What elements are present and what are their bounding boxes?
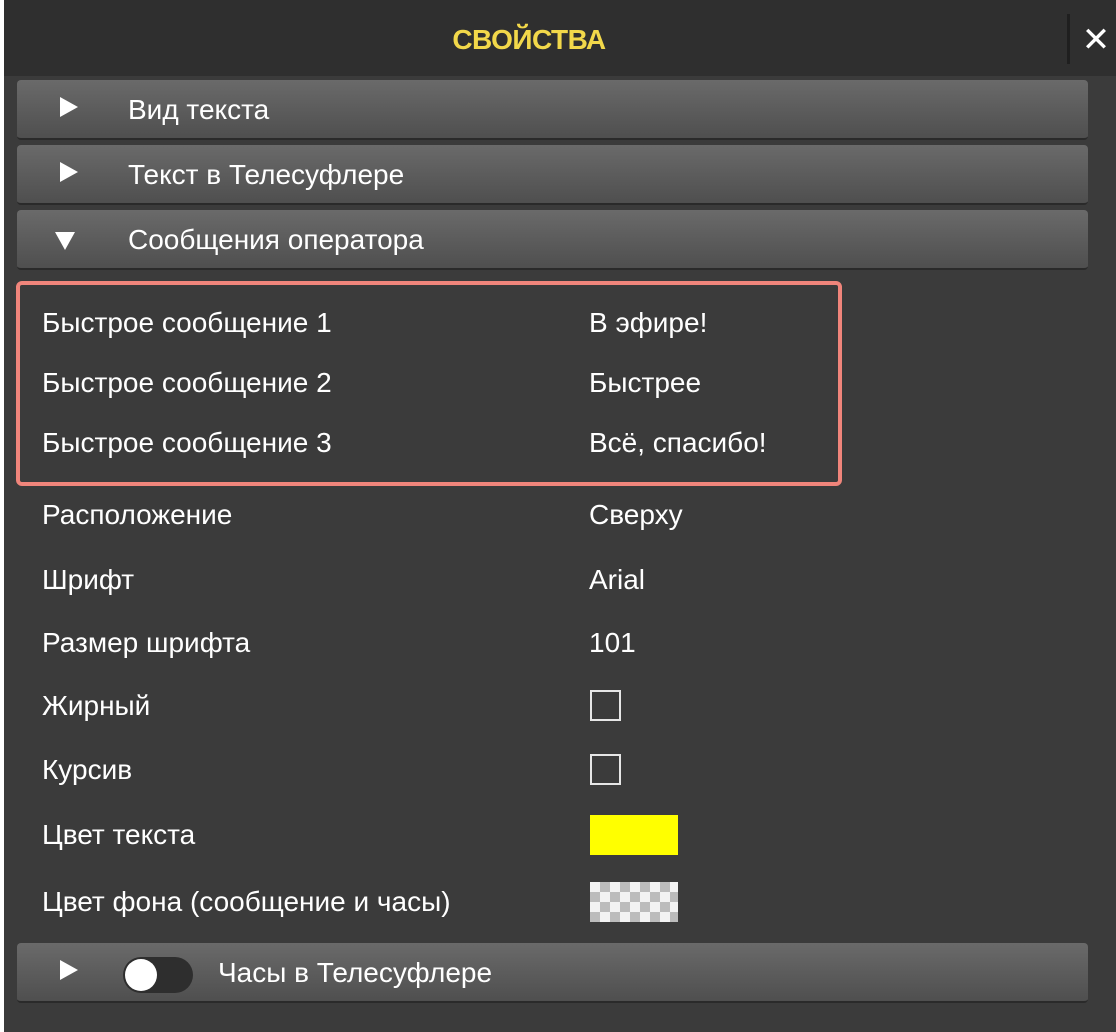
property-row-font-size[interactable]: Размер шрифта 101 — [42, 618, 1042, 668]
section-label: Сообщения оператора — [128, 224, 424, 255]
section-label: Часы в Телесуфлере — [218, 957, 493, 988]
property-name: Быстрое сообщение 2 — [42, 367, 332, 398]
property-name: Жирный — [42, 690, 151, 721]
section-text-view[interactable]: Вид текста — [17, 80, 1088, 140]
section-prompter-clock[interactable]: Часы в Телесуфлере — [17, 943, 1088, 1003]
clock-toggle-switch[interactable] — [123, 957, 193, 993]
property-row-quick-message-1[interactable]: Быстрое сообщение 1 В эфире! — [42, 298, 1042, 348]
property-name: Быстрое сообщение 1 — [42, 307, 332, 338]
property-row-font[interactable]: Шрифт Arial — [42, 555, 1042, 605]
property-name: Шрифт — [42, 564, 135, 595]
property-name: Быстрое сообщение 3 — [42, 427, 332, 458]
italic-checkbox[interactable] — [590, 754, 621, 785]
text-color-swatch[interactable] — [590, 815, 678, 855]
collapse-arrow-icon — [55, 232, 75, 250]
property-name: Расположение — [42, 499, 233, 530]
property-name: Цвет фона (сообщение и часы) — [42, 886, 451, 917]
toggle-knob — [125, 959, 157, 991]
property-value[interactable]: 101 — [589, 618, 636, 668]
property-value[interactable]: В эфире! — [589, 298, 707, 348]
property-name: Курсив — [42, 754, 133, 785]
property-value[interactable]: Arial — [589, 555, 645, 605]
title-divider — [1067, 14, 1070, 64]
property-row-bold: Жирный — [42, 681, 1042, 731]
property-row-text-color: Цвет текста — [42, 810, 1042, 860]
property-row-quick-message-3[interactable]: Быстрое сообщение 3 Всё, спасибо! — [42, 418, 1042, 468]
close-icon[interactable]: ✕ — [1076, 18, 1116, 62]
expand-arrow-icon — [60, 162, 78, 182]
section-operator-messages[interactable]: Сообщения оператора — [17, 210, 1088, 270]
panel-title: СВОЙСТВА — [452, 24, 606, 55]
property-row-quick-message-2[interactable]: Быстрое сообщение 2 Быстрее — [42, 358, 1042, 408]
bold-checkbox[interactable] — [590, 690, 621, 721]
expand-arrow-icon — [60, 97, 78, 117]
expand-arrow-icon — [60, 960, 78, 980]
background-color-swatch[interactable] — [590, 882, 678, 922]
property-row-position[interactable]: Расположение Сверху — [42, 490, 1042, 540]
properties-panel: СВОЙСТВА ✕ Вид текста Текст в Телесуфлер… — [4, 0, 1116, 1032]
section-label: Вид текста — [128, 94, 270, 125]
section-label: Текст в Телесуфлере — [128, 159, 405, 190]
property-value[interactable]: Всё, спасибо! — [589, 418, 767, 468]
property-row-italic: Курсив — [42, 745, 1042, 795]
property-value[interactable]: Сверху — [589, 490, 683, 540]
property-name: Размер шрифта — [42, 627, 251, 658]
panel-title-bar: СВОЙСТВА ✕ — [4, 0, 1116, 76]
property-row-background-color: Цвет фона (сообщение и часы) — [42, 877, 1042, 927]
property-value[interactable]: Быстрее — [589, 358, 701, 408]
section-prompter-text[interactable]: Текст в Телесуфлере — [17, 145, 1088, 205]
property-name: Цвет текста — [42, 819, 196, 850]
